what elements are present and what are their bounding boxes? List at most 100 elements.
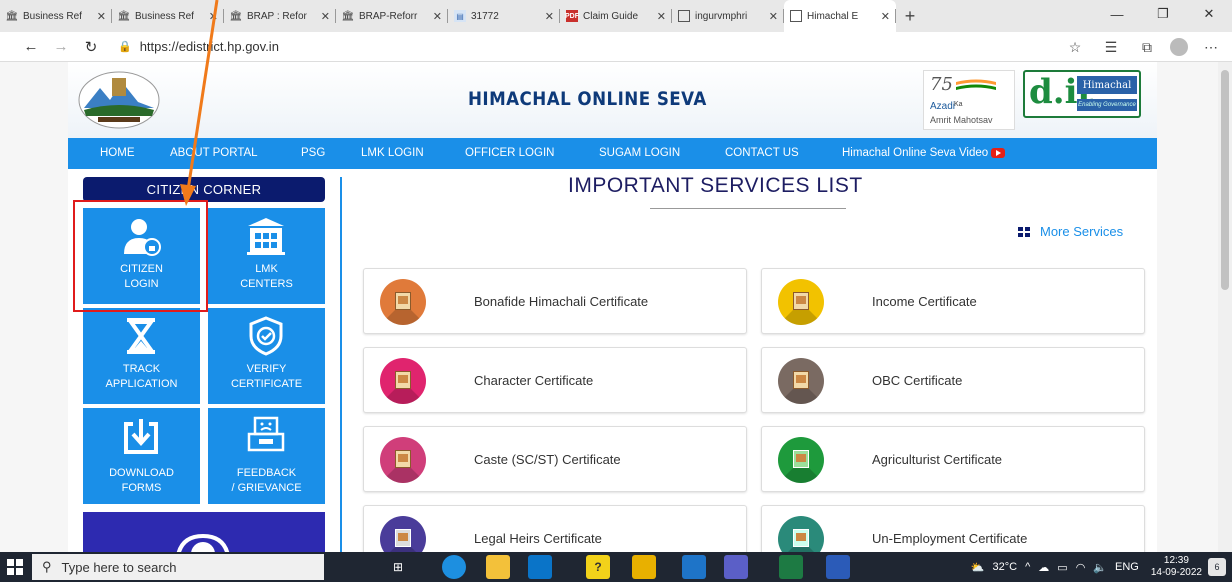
doc-icon: ▤ [454,10,466,22]
service-card[interactable]: Un-Employment Certificate [761,505,1145,552]
helpdesk-tile[interactable] [83,512,325,552]
browser-tab-active[interactable]: Himachal E ✕ [784,0,896,32]
edge-icon[interactable] [442,555,466,579]
onedrive-icon[interactable]: ☁ [1038,561,1049,574]
clock-date: 14-09-2022 [1150,567,1202,578]
collections-icon[interactable]: ⧉ [1134,34,1160,60]
close-tab-icon[interactable]: ✕ [881,10,890,23]
youtube-icon [991,147,1006,158]
tab-title: Business Ref [23,10,82,22]
service-name: OBC Certificate [872,373,963,388]
nav-home[interactable]: HOME [100,147,135,159]
refresh-icon[interactable]: ↻ [76,33,106,61]
scrollbar-thumb[interactable] [1221,70,1229,290]
nav-officer-login[interactable]: OFFICER LOGIN [465,147,554,159]
service-name: Caste (SC/ST) Certificate [474,452,621,467]
certificate-icon [778,358,824,404]
close-tab-icon[interactable]: ✕ [769,10,778,23]
service-card[interactable]: Legal Heirs Certificate [363,505,747,552]
forward-icon[interactable]: → [46,33,76,61]
favorites-list-icon[interactable]: ☰ [1098,34,1124,60]
close-tab-icon[interactable]: ✕ [657,10,666,23]
dit-state: Himachal [1077,76,1137,94]
teams-icon[interactable] [724,555,748,579]
browser-tab[interactable]: 🏛 Business Ref ✕ [112,0,224,32]
more-services-link[interactable]: More Services [1018,224,1123,239]
service-name: Income Certificate [872,294,977,309]
back-icon[interactable]: ← [16,33,46,61]
excel-icon[interactable] [779,555,803,579]
nav-contact-us[interactable]: CONTACT US [725,147,799,159]
taskbar-search[interactable]: ⚲ Type here to search [32,554,324,580]
url-field[interactable]: 🔒 https://edistrict.hp.gov.in [118,39,279,54]
wifi-icon[interactable]: ◠ [1076,561,1086,574]
dit-tagline: Enabling Governance [1077,99,1137,111]
browser-tab[interactable]: PDF Claim Guide ✕ [560,0,672,32]
restore-icon[interactable]: ❐ [1140,0,1186,28]
service-name: Agriculturist Certificate [872,452,1003,467]
new-tab-button[interactable]: + [896,2,924,30]
browser-tab[interactable]: 🏛 BRAP : Refor ✕ [224,0,336,32]
favorite-star-icon[interactable]: ☆ [1062,34,1088,60]
bank-icon: 🏛 [229,10,243,22]
himachal-emblem-icon [78,71,160,129]
bank-icon: 🏛 [117,10,131,22]
service-card[interactable]: Income Certificate [761,268,1145,334]
certificate-icon [778,279,824,325]
tile-label-1: VERIFY [246,363,287,375]
service-card[interactable]: Caste (SC/ST) Certificate [363,426,747,492]
windows-start-icon[interactable] [0,552,30,582]
feedback-grievance-tile[interactable]: FEEDBACK / GRIEVANCE [208,408,325,504]
azadi-amrit: Amrit Mahotsav [930,115,993,125]
nav-psg[interactable]: PSG [301,147,325,159]
volume-icon[interactable]: 🔈 [1093,561,1107,574]
close-window-icon[interactable]: ✕ [1186,0,1232,28]
close-tab-icon[interactable]: ✕ [321,10,330,23]
browser-tab[interactable]: ▤ 31772 ✕ [448,0,560,32]
download-forms-tile[interactable]: DOWNLOAD FORMS [83,408,200,504]
sticky-app-icon[interactable] [632,555,656,579]
close-tab-icon[interactable]: ✕ [545,10,554,23]
site-header: HIMACHAL ONLINE SEVA 75 Azadi Ka Amrit M… [68,62,1157,138]
azadi-ka-amrit-mahotsav-logo: 75 Azadi Ka Amrit Mahotsav [923,70,1015,130]
close-tab-icon[interactable]: ✕ [97,10,106,23]
nav-about-portal[interactable]: ABOUT PORTAL [170,147,258,159]
help-icon[interactable]: ? [586,555,610,579]
page-icon [678,10,690,22]
verify-certificate-tile[interactable]: VERIFY CERTIFICATE [208,308,325,404]
certificate-icon [778,437,824,483]
nav-video[interactable]: Himachal Online Seva Video [842,147,1006,159]
task-view-icon[interactable]: ⊞ [386,555,410,579]
service-card[interactable]: OBC Certificate [761,347,1145,413]
profile-avatar[interactable] [1170,38,1188,56]
nav-lmk-login[interactable]: LMK LOGIN [361,147,424,159]
close-tab-icon[interactable]: ✕ [209,10,218,23]
tray-chevron-icon[interactable]: ^ [1025,561,1030,573]
store-icon[interactable] [528,555,552,579]
tab-title: Business Ref [135,10,194,22]
track-application-tile[interactable]: TRACK APPLICATION [83,308,200,404]
service-name: Bonafide Himachali Certificate [474,294,649,309]
lmk-centers-tile[interactable]: LMK CENTERS [208,208,325,304]
minimize-icon[interactable]: — [1094,0,1140,28]
outlook-icon[interactable] [682,555,706,579]
nav-sugam-login[interactable]: SUGAM LOGIN [599,147,680,159]
notification-icon[interactable]: 6 [1202,552,1232,582]
more-menu-icon[interactable]: ⋯ [1198,34,1224,60]
close-tab-icon[interactable]: ✕ [433,10,442,23]
title-underline [650,208,846,209]
network-icon[interactable]: ▭ [1057,561,1067,574]
file-explorer-icon[interactable] [486,555,510,579]
browser-tab[interactable]: 🏛 Business Ref ✕ [0,0,112,32]
service-card[interactable]: Agriculturist Certificate [761,426,1145,492]
browser-tab[interactable]: 🏛 BRAP-Reforr ✕ [336,0,448,32]
page-scrollbar[interactable] [1218,62,1232,552]
language[interactable]: ENG [1115,561,1139,573]
browser-tab[interactable]: ingurvmphri ✕ [672,0,784,32]
clock[interactable]: 12:39 14-09-2022 [1151,555,1202,579]
tile-label-1: FEEDBACK [236,467,297,479]
service-card[interactable]: Bonafide Himachali Certificate [363,268,747,334]
word-icon[interactable] [826,555,850,579]
service-card[interactable]: Character Certificate [363,347,747,413]
clock-time: 12:39 [1163,555,1189,566]
